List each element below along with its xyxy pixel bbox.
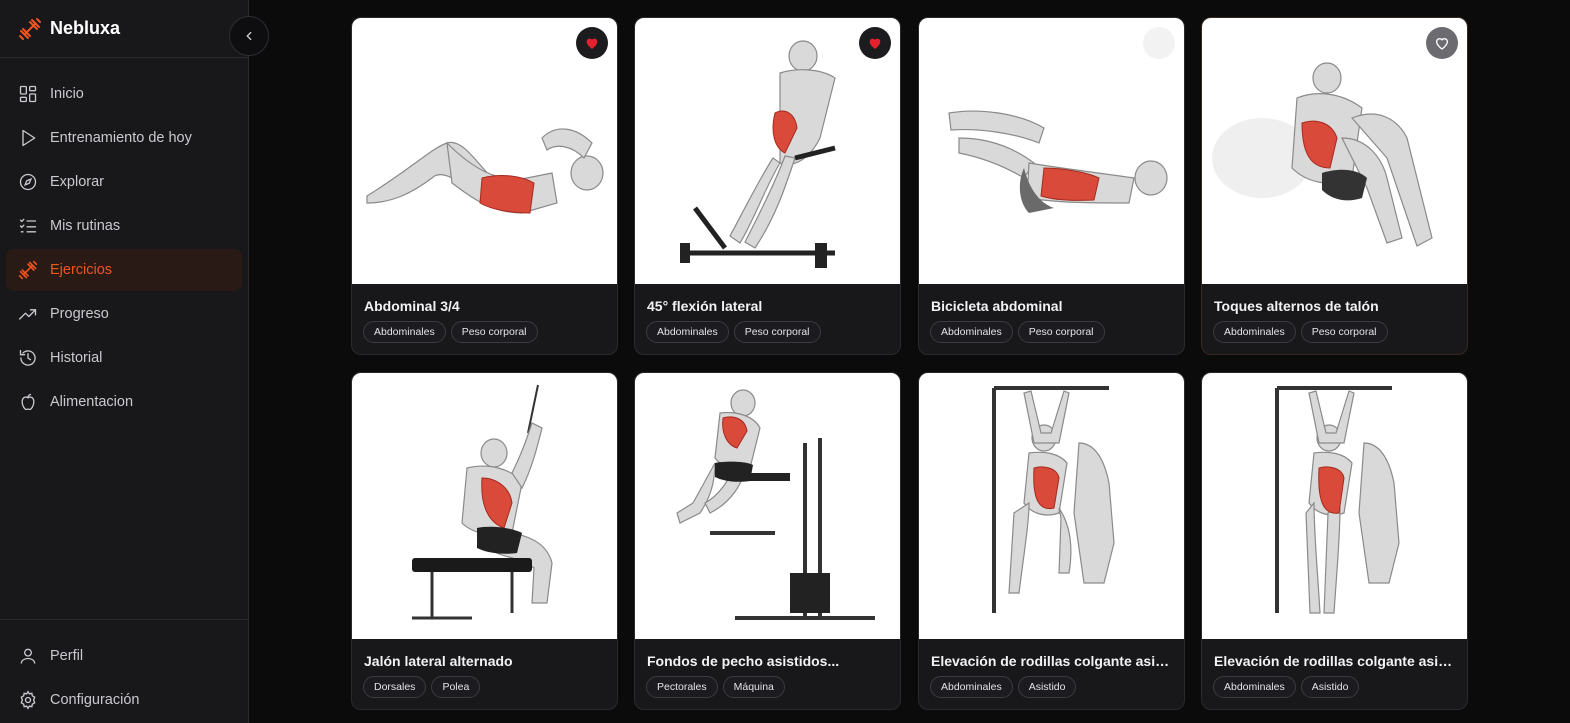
exercise-title: Abdominal 3/4 [364,298,460,314]
exercise-image [919,18,1184,284]
tag: Asistido [1300,676,1360,698]
sidebar-item-alimentacion[interactable]: Alimentacion [6,381,242,423]
tag-list: Dorsales Polea [352,669,617,698]
tag: Dorsales [363,676,427,698]
exercise-title: Bicicleta abdominal [931,298,1063,314]
sidebar-item-mis-rutinas[interactable]: Mis rutinas [6,205,242,247]
favorite-button[interactable] [1426,27,1458,59]
favorite-button[interactable] [859,27,891,59]
user-icon [20,648,36,664]
exercise-card[interactable]: 45° flexión lateral Abdominales Peso cor… [634,17,901,355]
sidebar-item-label: Explorar [50,174,104,190]
collapse-sidebar-button[interactable] [229,16,269,56]
tag: Abdominales [646,321,729,343]
tag: Peso corporal [450,321,538,343]
exercise-card[interactable]: Elevación de rodillas colgante asistida … [1201,372,1468,710]
sidebar-item-label: Alimentacion [50,394,134,410]
exercise-title: Toques alternos de talón [1214,298,1379,314]
exercise-image [635,373,900,639]
exercise-card[interactable]: Fondos de pecho asistidos... Pectorales … [634,372,901,710]
gear-icon [20,690,36,710]
sidebar-item-label: Inicio [50,86,84,102]
sidebar-item-label: Perfil [50,648,84,664]
heart-outline-icon [1435,38,1449,50]
compass-icon [19,173,37,191]
sidebar-item-ejercicios[interactable]: Ejercicios [6,249,242,291]
grid-icon [19,85,37,103]
exercise-image [635,18,900,284]
tag: Máquina [722,676,785,698]
sidebar-item-historial[interactable]: Historial [6,337,242,379]
exercise-card[interactable]: Bicicleta abdominal Abdominales Peso cor… [918,17,1185,355]
sidebar-item-entrenamiento[interactable]: Entrenamiento de hoy [6,117,242,159]
tag: Peso corporal [1300,321,1388,343]
sidebar-item-label: Ejercicios [50,262,113,278]
play-icon [22,129,36,147]
exercise-title: Elevación de rodillas colgante asistida [1214,653,1467,669]
exercise-image [352,373,617,639]
tag: Pectorales [646,676,718,698]
sidebar-item-label: Progreso [50,306,109,322]
exercise-image [1202,373,1467,639]
dumbbell-icon [18,260,38,280]
exercise-image [352,18,617,284]
tag: Peso corporal [1017,321,1105,343]
favorite-button[interactable] [1143,27,1175,59]
sidebar-item-label: Entrenamiento de hoy [50,130,192,146]
app-name: Nebluxa [50,18,121,38]
tag: Abdominales [363,321,446,343]
brand[interactable]: Nebluxa [0,0,248,58]
tag-list: Abdominales Peso corporal [635,314,900,343]
exercise-title: Jalón lateral alternado [364,653,513,669]
exercise-card[interactable]: Abdominal 3/4 Abdominales Peso corporal [351,17,618,355]
dumbbell-logo-icon [19,17,41,40]
apple-icon [21,393,35,411]
sidebar-item-explorar[interactable]: Explorar [6,161,242,203]
chevron-left-icon [246,31,252,41]
exercise-title: Fondos de pecho asistidos... [647,653,840,669]
tag: Abdominales [930,321,1013,343]
exercise-card[interactable]: Jalón lateral alternado Dorsales Polea [351,372,618,710]
sidebar-item-progreso[interactable]: Progreso [6,293,242,335]
tag: Asistido [1017,676,1077,698]
exercise-card[interactable]: Elevación de rodillas colgante asisti...… [918,372,1185,710]
sidebar-item-configuracion[interactable]: Configuración [6,679,242,721]
exercise-image [919,373,1184,639]
exercise-image [1202,18,1467,284]
tag-list: Abdominales Asistido [1202,669,1467,698]
heart-outline-icon [1152,38,1166,50]
heart-filled-icon [869,38,881,49]
bottom-nav: Perfil Configuración [0,619,248,723]
history-icon [19,349,36,366]
tag-list: Abdominales Peso corporal [919,314,1184,343]
exercise-card[interactable]: Toques alternos de talón Abdominales Pes… [1201,17,1468,355]
sidebar-item-inicio[interactable]: Inicio [6,73,242,115]
main-nav: Inicio Entrenamiento de hoy Explorar Mis… [0,58,248,423]
heart-filled-icon [586,38,598,49]
tag: Polea [431,676,481,698]
tag-list: Pectorales Máquina [635,669,900,698]
tag-list: Abdominales Peso corporal [1202,314,1467,343]
tag-list: Abdominales Peso corporal [352,314,617,343]
exercise-title: 45° flexión lateral [647,298,763,314]
tag: Peso corporal [733,321,821,343]
sidebar-item-perfil[interactable]: Perfil [6,635,242,677]
tag-list: Abdominales Asistido [919,669,1184,698]
sidebar-item-label: Mis rutinas [50,218,121,234]
trending-up-icon [19,309,37,320]
sidebar-item-label: Configuración [50,692,140,708]
tag: Abdominales [930,676,1013,698]
sidebar-item-label: Historial [50,350,103,366]
checklist-icon [19,218,37,233]
tag: Abdominales [1213,676,1296,698]
exercise-title: Elevación de rodillas colgante asisti... [931,653,1184,669]
tag: Abdominales [1213,321,1296,343]
sidebar: Nebluxa Inicio Entrenamiento de hoy Expl… [0,0,249,723]
favorite-button[interactable] [576,27,608,59]
